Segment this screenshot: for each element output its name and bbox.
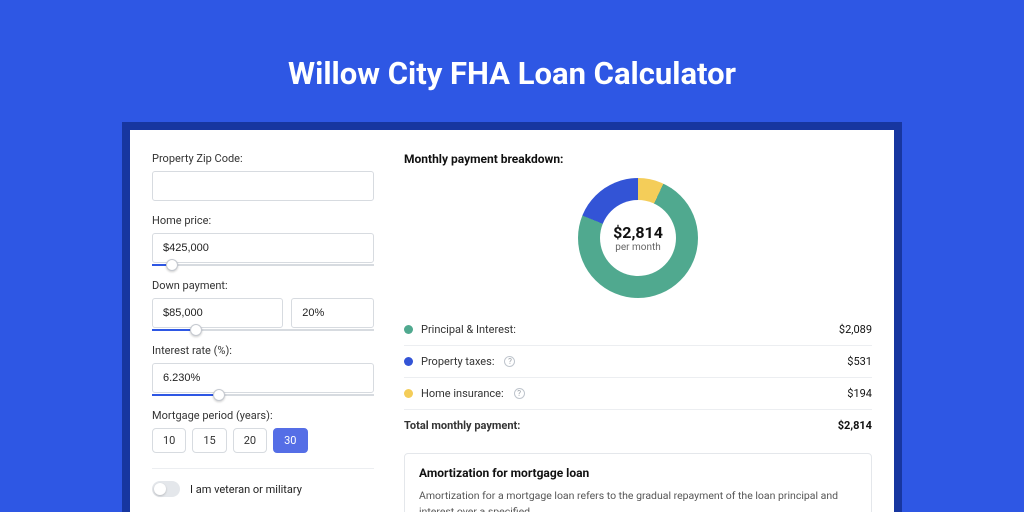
- veteran-toggle[interactable]: [152, 481, 180, 497]
- down-payment-slider[interactable]: [152, 329, 374, 331]
- period-label: Mortgage period (years):: [152, 409, 374, 422]
- donut-sub: per month: [615, 242, 661, 253]
- form-panel: Property Zip Code: Home price: Down paym…: [130, 130, 392, 512]
- legend-label: Home insurance:: [421, 387, 504, 400]
- zip-field: Property Zip Code:: [152, 152, 374, 201]
- legend-value: $531: [847, 355, 872, 368]
- dot-icon: [404, 389, 413, 398]
- home-price-field: Home price:: [152, 214, 374, 266]
- amortization-box: Amortization for mortgage loan Amortizat…: [404, 453, 872, 512]
- legend-row-taxes: Property taxes: ? $531: [404, 345, 872, 377]
- veteran-row: I am veteran or military: [152, 468, 374, 497]
- period-pill-30[interactable]: 30: [273, 428, 307, 453]
- info-icon[interactable]: ?: [504, 356, 515, 367]
- down-payment-percent-input[interactable]: [291, 298, 374, 328]
- amortization-title: Amortization for mortgage loan: [419, 466, 857, 480]
- payment-donut-chart: $2,814 per month: [578, 178, 698, 298]
- period-pill-15[interactable]: 15: [192, 428, 226, 453]
- legend: Principal & Interest: $2,089 Property ta…: [404, 314, 872, 441]
- rate-input[interactable]: [152, 363, 374, 393]
- home-price-input[interactable]: [152, 233, 374, 263]
- amortization-text: Amortization for a mortgage loan refers …: [419, 488, 857, 512]
- home-price-slider-thumb[interactable]: [166, 259, 178, 271]
- legend-total-label: Total monthly payment:: [404, 419, 520, 432]
- legend-label: Property taxes:: [421, 355, 494, 368]
- dot-icon: [404, 357, 413, 366]
- rate-field: Interest rate (%):: [152, 344, 374, 396]
- veteran-label: I am veteran or military: [190, 483, 302, 496]
- donut-center: $2,814 per month: [578, 178, 698, 298]
- zip-label: Property Zip Code:: [152, 152, 374, 165]
- home-price-label: Home price:: [152, 214, 374, 227]
- legend-row-principal: Principal & Interest: $2,089: [404, 314, 872, 345]
- card-shadow: Property Zip Code: Home price: Down paym…: [122, 122, 902, 512]
- down-payment-field: Down payment:: [152, 279, 374, 331]
- down-payment-label: Down payment:: [152, 279, 374, 292]
- period-pill-20[interactable]: 20: [233, 428, 267, 453]
- down-payment-slider-thumb[interactable]: [190, 324, 202, 336]
- results-panel: Monthly payment breakdown: $2,814 per mo…: [392, 130, 894, 512]
- rate-slider-thumb[interactable]: [213, 389, 225, 401]
- legend-value: $194: [847, 387, 872, 400]
- legend-row-total: Total monthly payment: $2,814: [404, 409, 872, 441]
- rate-label: Interest rate (%):: [152, 344, 374, 357]
- donut-amount: $2,814: [613, 223, 663, 242]
- dot-icon: [404, 325, 413, 334]
- legend-value: $2,089: [839, 323, 872, 336]
- legend-total-value: $2,814: [838, 419, 872, 432]
- donut-wrap: $2,814 per month: [404, 172, 872, 308]
- breakdown-title: Monthly payment breakdown:: [404, 152, 872, 166]
- rate-slider[interactable]: [152, 394, 374, 396]
- page-title: Willow City FHA Loan Calculator: [288, 55, 736, 92]
- info-icon[interactable]: ?: [514, 388, 525, 399]
- down-payment-amount-input[interactable]: [152, 298, 283, 328]
- period-pills: 10 15 20 30: [152, 428, 374, 453]
- period-pill-10[interactable]: 10: [152, 428, 186, 453]
- calculator-card: Property Zip Code: Home price: Down paym…: [130, 130, 894, 512]
- period-field: Mortgage period (years): 10 15 20 30: [152, 409, 374, 453]
- legend-label: Principal & Interest:: [421, 323, 516, 336]
- home-price-slider[interactable]: [152, 264, 374, 266]
- zip-input[interactable]: [152, 171, 374, 201]
- legend-row-insurance: Home insurance: ? $194: [404, 377, 872, 409]
